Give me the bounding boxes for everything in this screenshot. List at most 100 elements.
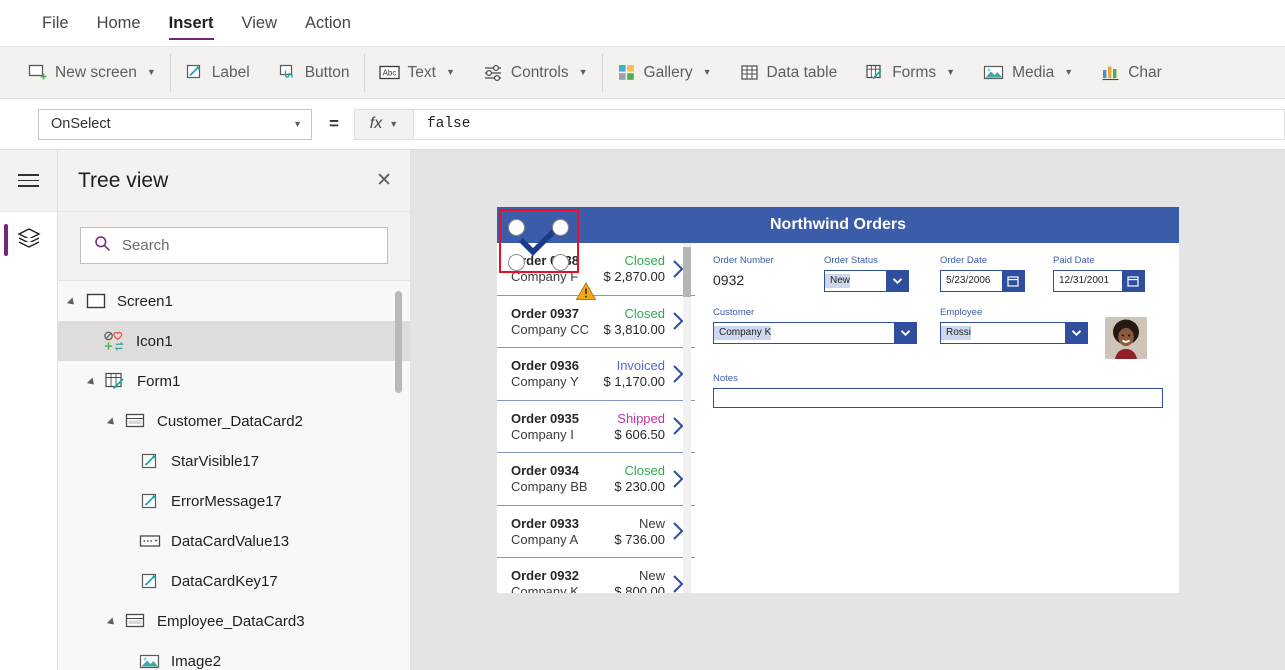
app-header-bar: Northwind Orders bbox=[497, 207, 1179, 243]
expander-triangle-icon[interactable] bbox=[68, 295, 81, 308]
resize-handle-top-right[interactable] bbox=[552, 219, 569, 236]
fx-button[interactable]: fx ▼ bbox=[353, 108, 414, 140]
gallery-row-text: Order 0934 Closed Company BB $ 230.00 bbox=[511, 463, 665, 494]
chevron-down-icon[interactable] bbox=[894, 323, 916, 343]
menu-item-insert[interactable]: Insert bbox=[155, 0, 228, 46]
ribbon-button-label: Button bbox=[304, 63, 350, 81]
order-company: Company I bbox=[511, 426, 574, 442]
gallery-row[interactable]: Order 0932 New Company K $ 800.00 bbox=[497, 558, 695, 593]
gallery-row[interactable]: Order 0936 Invoiced Company Y $ 1,170.00 bbox=[497, 348, 695, 401]
resize-handle-bottom-right[interactable] bbox=[552, 254, 569, 271]
label-control-icon bbox=[138, 572, 162, 591]
tree-view-panel: Tree view ✕ Search Screen1 Icon1 Form1 C… bbox=[58, 150, 411, 670]
order-status-dropdown[interactable]: New bbox=[824, 270, 909, 292]
ribbon-gallery[interactable]: Gallery ▼ bbox=[603, 54, 726, 92]
menu-item-file[interactable]: File bbox=[28, 0, 83, 46]
tree-node-icon1[interactable]: Icon1 bbox=[58, 321, 410, 361]
expander-triangle-icon[interactable] bbox=[108, 415, 121, 428]
gallery-row[interactable]: Order 0935 Shipped Company I $ 606.50 bbox=[497, 401, 695, 453]
gallery-row[interactable]: Order 0933 New Company A $ 736.00 bbox=[497, 506, 695, 558]
forms-icon bbox=[865, 63, 884, 82]
rail-menu-button[interactable] bbox=[0, 150, 57, 212]
gallery-row[interactable]: Order 0934 Closed Company BB $ 230.00 bbox=[497, 453, 695, 506]
order-number: Order 0934 bbox=[511, 463, 579, 479]
tree-scrollbar-thumb[interactable] bbox=[395, 291, 402, 393]
rail-item-tree-view[interactable] bbox=[0, 212, 57, 268]
ribbon-label-label: Label bbox=[211, 63, 250, 81]
chevron-down-icon[interactable] bbox=[1065, 323, 1087, 343]
tree-node-datacardvalue13[interactable]: DataCardValue13 bbox=[58, 521, 410, 561]
search-icon bbox=[94, 235, 111, 257]
calendar-icon[interactable] bbox=[1002, 271, 1024, 291]
close-icon[interactable]: ✕ bbox=[376, 171, 392, 190]
paid-date-field: Paid Date 12/31/2001 bbox=[1053, 255, 1163, 292]
ribbon-new-screen[interactable]: New screen ▼ bbox=[14, 54, 170, 92]
tree-node-label: Screen1 bbox=[117, 292, 173, 310]
customer-dropdown[interactable]: Company K bbox=[713, 322, 917, 344]
tree-node-image2[interactable]: Image2 bbox=[58, 641, 410, 670]
gallery-row-text: Order 0936 Invoiced Company Y $ 1,170.00 bbox=[511, 358, 665, 389]
notes-label: Notes bbox=[713, 373, 738, 384]
chevron-down-icon[interactable] bbox=[886, 271, 908, 291]
ribbon-controls[interactable]: Controls ▼ bbox=[469, 54, 602, 92]
expander-triangle-icon[interactable] bbox=[88, 375, 101, 388]
tree-node-list: Screen1 Icon1 Form1 Customer_DataCard2 S… bbox=[58, 281, 410, 670]
menu-item-view[interactable]: View bbox=[228, 0, 291, 46]
datacard-icon bbox=[124, 612, 148, 630]
paid-date-picker[interactable]: 12/31/2001 bbox=[1053, 270, 1145, 292]
order-amount: $ 2,870.00 bbox=[603, 269, 665, 285]
order-amount: $ 3,810.00 bbox=[603, 321, 665, 337]
tree-node-label: ErrorMessage17 bbox=[171, 492, 282, 510]
order-date-label: Order Date bbox=[940, 255, 987, 266]
avatar bbox=[1105, 307, 1147, 359]
ribbon-data-table[interactable]: Data table bbox=[726, 54, 852, 92]
notes-input[interactable] bbox=[713, 388, 1163, 408]
order-number: Order 0933 bbox=[511, 515, 579, 531]
menu-item-home[interactable]: Home bbox=[83, 0, 155, 46]
search-input[interactable]: Search bbox=[80, 227, 388, 264]
chart-icon bbox=[1101, 63, 1120, 82]
order-amount: $ 230.00 bbox=[614, 479, 665, 495]
tree-node-label: Form1 bbox=[137, 372, 181, 390]
tree-node-screen1[interactable]: Screen1 bbox=[58, 281, 410, 321]
order-status: New bbox=[638, 568, 665, 584]
resize-handle-bottom-left[interactable] bbox=[508, 254, 525, 271]
orders-gallery[interactable]: Order 0938 Closed Company F $ 2,870.00 O… bbox=[497, 243, 695, 593]
app-body: Order 0938 Closed Company F $ 2,870.00 O… bbox=[497, 243, 1179, 593]
canvas-area[interactable]: Northwind Orders Order 0938 Closed Compa… bbox=[411, 150, 1285, 670]
tree-node-employee-datacard3[interactable]: Employee_DataCard3 bbox=[58, 601, 410, 641]
order-company: Company A bbox=[511, 531, 579, 547]
order-date-picker[interactable]: 5/23/2006 bbox=[940, 270, 1025, 292]
gallery-scrollbar-thumb[interactable] bbox=[683, 247, 691, 297]
order-number: Order 0935 bbox=[511, 410, 579, 426]
ribbon-text[interactable]: Abc Text ▼ bbox=[365, 54, 469, 92]
formula-input[interactable]: false bbox=[413, 108, 1285, 140]
order-detail-form[interactable]: Order Number 0932 Order Status New Order… bbox=[695, 243, 1179, 593]
employee-value: Rossi bbox=[941, 326, 972, 340]
ribbon-media-label: Media bbox=[1012, 63, 1055, 81]
form-icon bbox=[104, 371, 128, 391]
ribbon-charts[interactable]: Char bbox=[1087, 54, 1176, 92]
employee-photo bbox=[1105, 317, 1147, 359]
tree-node-form1[interactable]: Form1 bbox=[58, 361, 410, 401]
ribbon-media[interactable]: Media ▼ bbox=[969, 54, 1087, 92]
employee-dropdown[interactable]: Rossi bbox=[940, 322, 1088, 344]
order-number-field: Order Number 0932 bbox=[713, 255, 824, 292]
label-icon bbox=[185, 63, 204, 82]
ribbon-button[interactable]: Button bbox=[264, 54, 364, 92]
chevron-down-icon: ▼ bbox=[445, 67, 455, 77]
tree-node-datacardkey17[interactable]: DataCardKey17 bbox=[58, 561, 410, 601]
resize-handle-top-left[interactable] bbox=[508, 219, 525, 236]
calendar-icon[interactable] bbox=[1122, 271, 1144, 291]
ribbon-gallery-label: Gallery bbox=[643, 63, 693, 81]
tree-node-starvisible17[interactable]: StarVisible17 bbox=[58, 441, 410, 481]
property-selector[interactable]: OnSelect ▼ bbox=[38, 108, 312, 140]
ribbon-forms[interactable]: Forms ▼ bbox=[851, 54, 969, 92]
menu-item-action[interactable]: Action bbox=[291, 0, 365, 46]
tree-node-errormessage17[interactable]: ErrorMessage17 bbox=[58, 481, 410, 521]
app-preview[interactable]: Northwind Orders Order 0938 Closed Compa… bbox=[497, 207, 1179, 593]
expander-triangle-icon[interactable] bbox=[108, 615, 121, 628]
page-title: Tree view bbox=[78, 168, 169, 192]
ribbon-label[interactable]: Label bbox=[171, 54, 264, 92]
tree-node-customer-datacard2[interactable]: Customer_DataCard2 bbox=[58, 401, 410, 441]
